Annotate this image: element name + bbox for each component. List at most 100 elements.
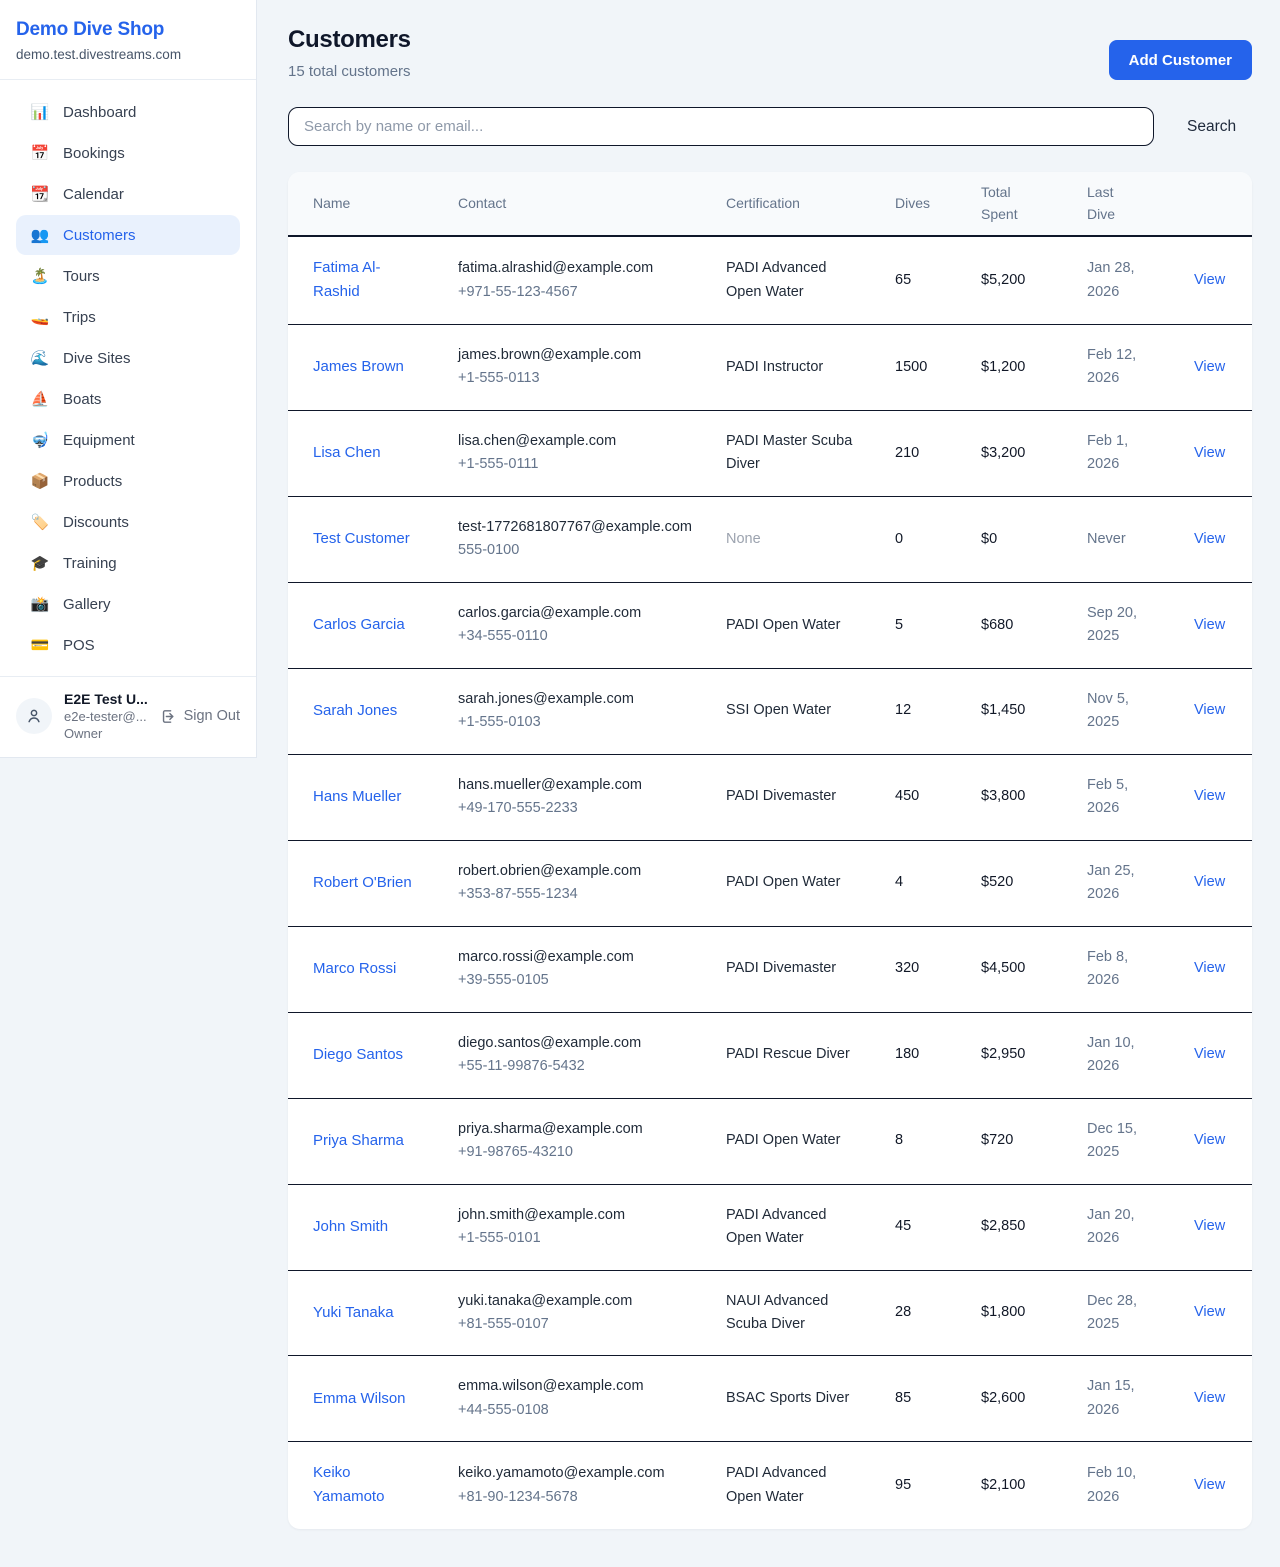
avatar: [16, 698, 52, 734]
view-customer-link[interactable]: View: [1194, 702, 1225, 718]
customer-email: lisa.chen@example.com: [458, 430, 701, 453]
customer-total-spent-cell: $720: [981, 1110, 1087, 1171]
view-customer-link[interactable]: View: [1194, 1390, 1225, 1406]
customer-name-link[interactable]: Yuki Tanaka: [313, 1301, 394, 1325]
customer-name-cell: Diego Santos: [313, 1024, 458, 1086]
customer-last-dive: Feb 12, 2026: [1087, 344, 1151, 391]
search-input[interactable]: [288, 107, 1154, 146]
customer-name-link[interactable]: Hans Mueller: [313, 785, 401, 809]
sidebar-item-trips[interactable]: 🚤 Trips: [16, 297, 240, 337]
sign-out-button[interactable]: Sign Out: [160, 708, 240, 725]
view-customer-link[interactable]: View: [1194, 788, 1225, 804]
customer-certification-cell: BSAC Sports Diver: [726, 1368, 895, 1429]
customer-name-link[interactable]: John Smith: [313, 1215, 388, 1239]
table-row: Priya Sharma priya.sharma@example.com +9…: [288, 1099, 1252, 1185]
customer-certification-cell: PADI Master Scuba Diver: [726, 411, 895, 496]
sidebar-item-products[interactable]: 📦 Products: [16, 461, 240, 501]
customer-name-link[interactable]: Fatima Al-Rashid: [313, 256, 413, 304]
sidebar-item-dive-sites[interactable]: 🌊 Dive Sites: [16, 338, 240, 378]
table-row: Sarah Jones sarah.jones@example.com +1-5…: [288, 669, 1252, 755]
customer-name-link[interactable]: Lisa Chen: [313, 441, 381, 465]
column-header-dives: Dives: [895, 183, 981, 225]
customer-last-dive-cell: Feb 12, 2026: [1087, 325, 1194, 410]
customer-email: emma.wilson@example.com: [458, 1375, 701, 1398]
customer-action-cell: View: [1194, 1368, 1235, 1429]
customer-name-cell: Marco Rossi: [313, 938, 458, 1000]
table-row: Diego Santos diego.santos@example.com +5…: [288, 1013, 1252, 1099]
customer-phone: +81-90-1234-5678: [458, 1486, 701, 1509]
customer-last-dive: Jan 20, 2026: [1087, 1204, 1151, 1251]
customer-name-link[interactable]: Priya Sharma: [313, 1129, 404, 1153]
customer-certification: PADI Open Water: [726, 614, 854, 637]
customer-name-link[interactable]: Robert O'Brien: [313, 871, 412, 895]
customer-last-dive: Dec 15, 2025: [1087, 1118, 1151, 1165]
user-role: Owner: [64, 726, 148, 741]
sidebar-item-discounts[interactable]: 🏷️ Discounts: [16, 502, 240, 542]
sidebar-item-calendar[interactable]: 📆 Calendar: [16, 174, 240, 214]
customer-name-cell: Test Customer: [313, 508, 458, 570]
sidebar-item-tours[interactable]: 🏝️ Tours: [16, 256, 240, 296]
customer-name-link[interactable]: James Brown: [313, 355, 404, 379]
sign-out-label: Sign Out: [184, 708, 240, 724]
customer-name-cell: Hans Mueller: [313, 766, 458, 828]
customer-name-link[interactable]: Emma Wilson: [313, 1387, 406, 1411]
sidebar-item-equipment[interactable]: 🤿 Equipment: [16, 420, 240, 460]
view-customer-link[interactable]: View: [1194, 531, 1225, 547]
table-row: Robert O'Brien robert.obrien@example.com…: [288, 841, 1252, 927]
customer-name-link[interactable]: Marco Rossi: [313, 957, 396, 981]
customer-name-link[interactable]: Diego Santos: [313, 1043, 403, 1067]
customer-action-cell: View: [1194, 1024, 1235, 1085]
customer-last-dive: Jan 15, 2026: [1087, 1375, 1151, 1422]
column-header-total-spent: Total Spent: [981, 172, 1087, 235]
customer-email: hans.mueller@example.com: [458, 774, 701, 797]
column-header-certification: Certification: [726, 183, 895, 225]
view-customer-link[interactable]: View: [1194, 960, 1225, 976]
view-customer-link[interactable]: View: [1194, 359, 1225, 375]
view-customer-link[interactable]: View: [1194, 272, 1225, 288]
customer-email: john.smith@example.com: [458, 1204, 701, 1227]
sidebar-item-customers[interactable]: 👥 Customers: [16, 215, 240, 255]
search-button[interactable]: Search: [1187, 118, 1236, 136]
customer-contact-cell: lisa.chen@example.com +1-555-0111: [458, 411, 726, 496]
customer-certification-cell: NAUI Advanced Scuba Diver: [726, 1271, 895, 1356]
sidebar-item-training[interactable]: 🎓 Training: [16, 543, 240, 583]
view-customer-link[interactable]: View: [1194, 1046, 1225, 1062]
customer-last-dive: Jan 25, 2026: [1087, 860, 1151, 907]
customer-contact-cell: carlos.garcia@example.com +34-555-0110: [458, 583, 726, 668]
sidebar-item-dashboard[interactable]: 📊 Dashboard: [16, 92, 240, 132]
customer-name-link[interactable]: Sarah Jones: [313, 699, 397, 723]
customer-total-spent-cell: $5,200: [981, 250, 1087, 311]
customer-contact-cell: emma.wilson@example.com +44-555-0108: [458, 1356, 726, 1441]
customer-name-cell: James Brown: [313, 336, 458, 398]
customer-email: keiko.yamamoto@example.com: [458, 1462, 701, 1485]
customer-phone: +1-555-0113: [458, 367, 701, 390]
customer-name-link[interactable]: Carlos Garcia: [313, 613, 405, 637]
add-customer-button[interactable]: Add Customer: [1109, 40, 1252, 80]
view-customer-link[interactable]: View: [1194, 1304, 1225, 1320]
customer-total-spent-cell: $1,200: [981, 337, 1087, 398]
view-customer-link[interactable]: View: [1194, 445, 1225, 461]
search-row: Search: [288, 107, 1252, 146]
customer-certification-cell: PADI Open Water: [726, 1110, 895, 1171]
table-header-row: Name Contact Certification Dives Total S…: [288, 172, 1252, 237]
customer-name-link[interactable]: Keiko Yamamoto: [313, 1461, 413, 1509]
customer-dives-cell: 210: [895, 423, 981, 484]
customer-last-dive-cell: Sep 20, 2025: [1087, 583, 1194, 668]
view-customer-link[interactable]: View: [1194, 617, 1225, 633]
sidebar-nav: 📊 Dashboard 📅 Bookings 📆 Calendar 👥 Cust…: [0, 80, 256, 676]
sidebar-item-boats[interactable]: ⛵ Boats: [16, 379, 240, 419]
sidebar-item-pos[interactable]: 💳 POS: [16, 625, 240, 665]
customer-phone: +49-170-555-2233: [458, 797, 701, 820]
customer-phone: +1-555-0103: [458, 711, 701, 734]
table-row: Emma Wilson emma.wilson@example.com +44-…: [288, 1356, 1252, 1442]
view-customer-link[interactable]: View: [1194, 874, 1225, 890]
view-customer-link[interactable]: View: [1194, 1218, 1225, 1234]
equipment-icon: 🤿: [30, 431, 50, 449]
customer-name-link[interactable]: Test Customer: [313, 527, 410, 551]
sidebar-item-bookings[interactable]: 📅 Bookings: [16, 133, 240, 173]
customer-action-cell: View: [1194, 1455, 1235, 1516]
sidebar-item-gallery[interactable]: 📸 Gallery: [16, 584, 240, 624]
customer-phone: +44-555-0108: [458, 1399, 701, 1422]
customer-name-cell: Carlos Garcia: [313, 594, 458, 656]
view-customer-link[interactable]: View: [1194, 1132, 1225, 1148]
